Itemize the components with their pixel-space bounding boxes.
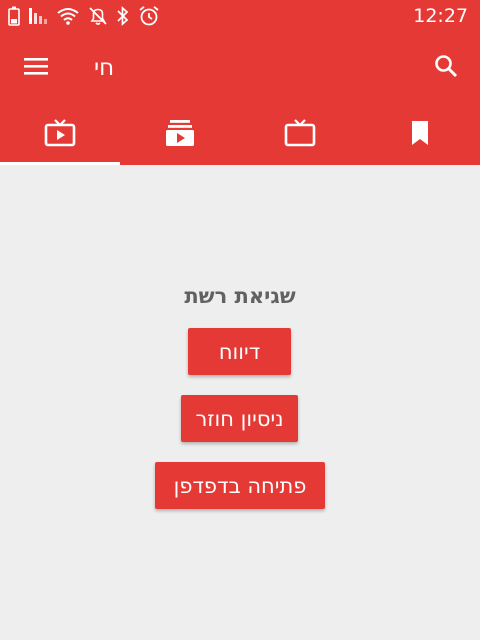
search-icon: [433, 53, 459, 83]
report-button[interactable]: דיווח: [188, 328, 291, 375]
tv-icon: [284, 118, 316, 151]
live-tv-icon: [44, 118, 76, 151]
status-bar: 12:27: [0, 0, 480, 32]
retry-button[interactable]: ניסיון חוזר: [181, 395, 298, 442]
page-title: חי: [94, 55, 115, 81]
tab-tv[interactable]: [240, 104, 360, 165]
search-button[interactable]: [426, 50, 466, 86]
error-title: שגיאת רשת: [184, 284, 296, 308]
battery-icon: [8, 6, 20, 26]
toolbar: חי: [0, 40, 480, 96]
status-icons: [8, 4, 160, 28]
subscriptions-icon: [165, 119, 195, 151]
notifications-off-icon: [88, 6, 108, 26]
tab-bar: [0, 104, 480, 165]
bluetooth-icon: [116, 6, 130, 26]
tab-subscriptions[interactable]: [120, 104, 240, 165]
signal-icon: [28, 6, 48, 26]
app-bar: 12:27 חי: [0, 0, 480, 165]
tab-live[interactable]: [0, 104, 120, 165]
hamburger-menu-icon: [23, 56, 49, 80]
wifi-icon: [56, 6, 80, 26]
open-in-browser-button[interactable]: פתיחה בדפדפן: [155, 462, 325, 509]
tab-bookmarks[interactable]: [360, 104, 480, 165]
alarm-icon: [138, 5, 160, 27]
content-area: שגיאת רשת דיווח ניסיון חוזר פתיחה בדפדפן: [0, 165, 480, 640]
menu-button[interactable]: [18, 52, 54, 84]
bookmark-icon: [409, 119, 431, 151]
status-time: 12:27: [413, 5, 468, 27]
